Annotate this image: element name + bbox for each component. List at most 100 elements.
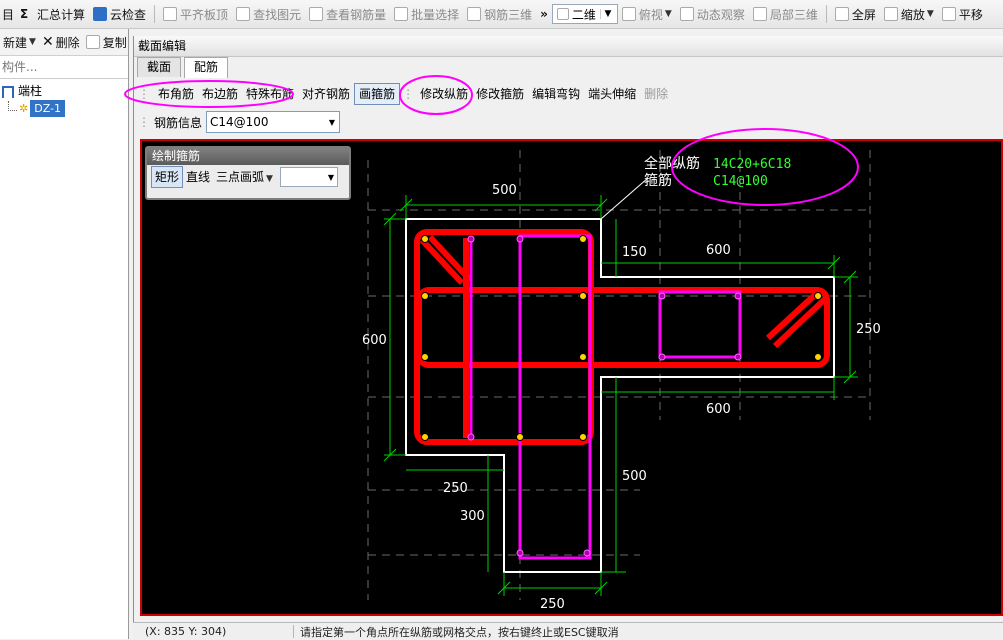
cloud-check-label: 云检查 — [110, 7, 147, 22]
rebar-point — [579, 353, 587, 361]
rebar-point — [814, 292, 822, 300]
stirrup-label: 箍筋 — [644, 172, 672, 189]
sum-icon: Σ — [20, 7, 29, 21]
dim-label-bottom-left: 250 — [443, 481, 468, 496]
separator — [825, 5, 827, 23]
close-icon: ✕ — [41, 34, 54, 50]
grip-icon: ⋮ — [138, 87, 150, 101]
stirrup-point — [583, 549, 591, 557]
batch-select-icon — [394, 7, 409, 21]
stirrup-small-rect — [658, 290, 742, 359]
find-icon — [236, 7, 251, 21]
arc-mode-select[interactable]: ▼ — [279, 167, 338, 187]
rebar-point — [579, 235, 587, 243]
dim-label-bottom-width: 250 — [540, 597, 565, 612]
rebar-toolbar: ⋮ 布角筋 布边筋 特殊布筋 对齐钢筋 画箍筋 ⋮ 修改纵筋 修改箍筋 编辑弯钩… — [134, 82, 1003, 106]
align-rebar-button[interactable]: 对齐钢筋 — [298, 84, 354, 104]
status-bar: (X: 835 Y: 304) 请指定第一个角点所在纵筋或网格交点，按右键终止或… — [133, 622, 1003, 640]
tree-item-dz1[interactable]: ✲ DZ-1 — [0, 100, 128, 117]
delete-rebar-button[interactable]: 删除 — [640, 84, 672, 104]
arc-mode-button[interactable]: 三点画弧 ▼ — [213, 167, 276, 187]
stirrup-point — [516, 235, 524, 243]
grid-lines — [367, 150, 871, 600]
rebar-info-select[interactable]: C14@100 ▼ — [206, 111, 341, 133]
view-mode-icon — [556, 8, 569, 20]
leader-line — [600, 177, 649, 220]
rebar-point — [579, 433, 587, 441]
view-rebar-icon — [309, 7, 324, 21]
new-button[interactable]: 新建 ▼ — [0, 31, 39, 53]
tree-line — [8, 100, 17, 111]
fullscreen-icon — [834, 7, 849, 21]
stirrup-point — [467, 433, 475, 441]
zoom-label: 缩放 — [900, 7, 925, 22]
cloud-check-button[interactable]: 云检查 — [89, 3, 150, 25]
chevron-down-icon: ▼ — [926, 9, 934, 19]
chevron-down-icon: ▼ — [327, 172, 334, 182]
view-rebar-button[interactable]: 查看钢筋量 — [305, 3, 390, 25]
align-top-button[interactable]: 平齐板顶 — [159, 3, 232, 25]
stirrup-horizontal-rect — [416, 287, 830, 368]
cursor-coordinates: (X: 835 Y: 304) — [133, 625, 294, 638]
local-3d-icon — [752, 7, 767, 21]
draw-stirrup-panel: 绘制箍筋 矩形 直线 三点画弧 ▼ ▼ — [145, 146, 351, 200]
view-rebar-label: 查看钢筋量 — [326, 7, 387, 22]
modify-longitudinal-button[interactable]: 修改纵筋 — [416, 84, 472, 104]
view-mode-select[interactable]: 二维 ▼ — [551, 4, 618, 24]
delete-button[interactable]: ✕ 删除 — [39, 31, 83, 53]
rebar-points — [421, 235, 822, 441]
copy-button[interactable]: 复制 — [83, 31, 128, 53]
separator — [154, 5, 156, 23]
rebar-point — [579, 292, 587, 300]
find-button[interactable]: 查找图元 — [232, 3, 305, 25]
rectangle-mode-button[interactable]: 矩形 — [151, 166, 184, 188]
component-toolbar: 新建 ▼ ✕ 删除 复制 — [0, 29, 128, 56]
top-view-label: 俯视 — [638, 7, 663, 22]
section-drawing: 500 600 150 600 250 600 250 300 500 250 … — [362, 150, 881, 612]
rebar-info-value: C14@100 — [210, 115, 269, 129]
local-3d-button[interactable]: 局部三维 — [749, 3, 822, 25]
stirrup-point — [734, 292, 742, 300]
sum-button[interactable]: Σ 汇总计算 — [16, 3, 89, 25]
batch-select-button[interactable]: 批量选择 — [390, 3, 463, 25]
edit-hook-button[interactable]: 编辑弯钩 — [528, 84, 584, 104]
copy-icon — [85, 35, 100, 49]
cloud-check-icon — [93, 7, 108, 21]
zoom-icon — [883, 7, 898, 21]
tab-section[interactable]: 截面 — [137, 57, 182, 77]
line-mode-button[interactable]: 直线 — [183, 167, 213, 187]
drawing-canvas[interactable]: 500 600 150 600 250 600 250 300 500 250 … — [140, 139, 1003, 616]
rebar-point — [421, 433, 429, 441]
dimension-lines — [383, 195, 858, 596]
orbit-label: 动态观察 — [696, 7, 745, 22]
orbit-button[interactable]: 动态观察 — [676, 3, 749, 25]
sum-label: 汇总计算 — [37, 7, 86, 22]
batch-select-label: 批量选择 — [411, 7, 460, 22]
stirrup-point — [516, 549, 524, 557]
chevron-down-icon: ▼ — [266, 174, 273, 184]
arc-mode-label: 三点画弧 — [216, 170, 265, 184]
edge-rebar-button[interactable]: 布边筋 — [198, 84, 242, 104]
special-rebar-button[interactable]: 特殊布筋 — [242, 84, 298, 104]
align-top-label: 平齐板顶 — [180, 7, 229, 22]
end-extend-button[interactable]: 端头伸缩 — [584, 84, 640, 104]
pan-icon — [941, 7, 956, 21]
modify-stirrup-button[interactable]: 修改箍筋 — [472, 84, 528, 104]
pan-button[interactable]: 平移 — [938, 3, 987, 25]
fullscreen-button[interactable]: 全屏 — [831, 3, 880, 25]
draw-stirrup-button[interactable]: 画箍筋 — [354, 83, 401, 105]
gear-icon: ✲ — [19, 102, 29, 115]
top-view-button[interactable]: 俯视 ▼ — [618, 3, 676, 25]
tree-root-label: 端柱 — [18, 84, 43, 98]
rebar-3d-button[interactable]: 钢筋三维 — [463, 3, 536, 25]
open-icon-button[interactable]: 目 — [0, 3, 16, 25]
corner-rebar-button[interactable]: 布角筋 — [154, 84, 198, 104]
component-tree: 端柱 ✲ DZ-1 — [0, 79, 128, 117]
component-search-input[interactable]: 构件... — [0, 56, 128, 79]
zoom-button[interactable]: 缩放 ▼ — [880, 3, 938, 25]
rebar-point — [421, 292, 429, 300]
orbit-icon — [679, 7, 694, 21]
overflow-chevron-icon[interactable]: » — [536, 3, 552, 25]
tab-rebar[interactable]: 配筋 — [184, 57, 229, 78]
tree-item-root[interactable]: 端柱 — [0, 83, 128, 100]
